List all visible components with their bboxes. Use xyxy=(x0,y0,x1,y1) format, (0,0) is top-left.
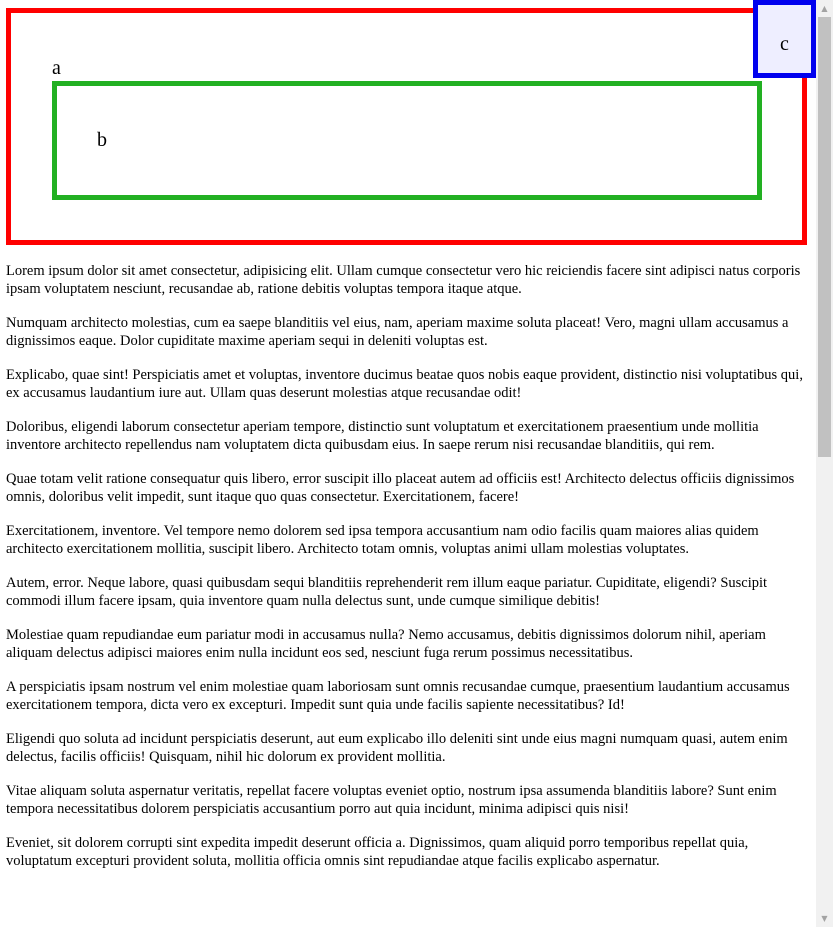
paragraph: Vitae aliquam soluta aspernatur veritati… xyxy=(6,783,777,817)
arrow-up-icon[interactable]: ▲ xyxy=(816,0,833,17)
paragraph: Autem, error. Neque labore, quasi quibus… xyxy=(6,575,768,609)
paragraph: Explicabo, quae sint! Perspiciatis amet … xyxy=(6,367,803,401)
box-c-label: c xyxy=(780,33,789,55)
paragraph: Exercitationem, inventore. Vel tempore n… xyxy=(6,523,759,557)
box-c-blue: c xyxy=(753,0,816,78)
paragraph: Molestiae quam repudiandae eum pariatur … xyxy=(6,627,766,661)
paragraph: Lorem ipsum dolor sit amet consectetur, … xyxy=(6,263,801,297)
paragraph: A perspiciatis ipsam nostrum vel enim mo… xyxy=(6,679,790,713)
arrow-down-icon[interactable]: ▼ xyxy=(816,910,833,927)
paragraph: Eveniet, sit dolorem corrupti sint exped… xyxy=(6,835,749,869)
paragraph: Doloribus, eligendi laborum consectetur … xyxy=(6,419,759,453)
box-a-label: a xyxy=(52,57,61,79)
paragraph-list: Lorem ipsum dolor sit amet consectetur, … xyxy=(6,262,806,886)
paragraph: Numquam architecto molestias, cum ea sae… xyxy=(6,315,789,349)
page-content: a b c Lorem ipsum dolor sit amet consect… xyxy=(0,0,816,927)
box-b-green xyxy=(52,81,762,200)
paragraph: Eligendi quo soluta ad incidunt perspici… xyxy=(6,731,788,765)
box-b-label: b xyxy=(97,129,107,151)
paragraph: Quae totam velit ratione consequatur qui… xyxy=(6,471,795,505)
vertical-scrollbar[interactable]: ▲ ▼ xyxy=(816,0,833,927)
scrollbar-thumb[interactable] xyxy=(818,17,831,457)
